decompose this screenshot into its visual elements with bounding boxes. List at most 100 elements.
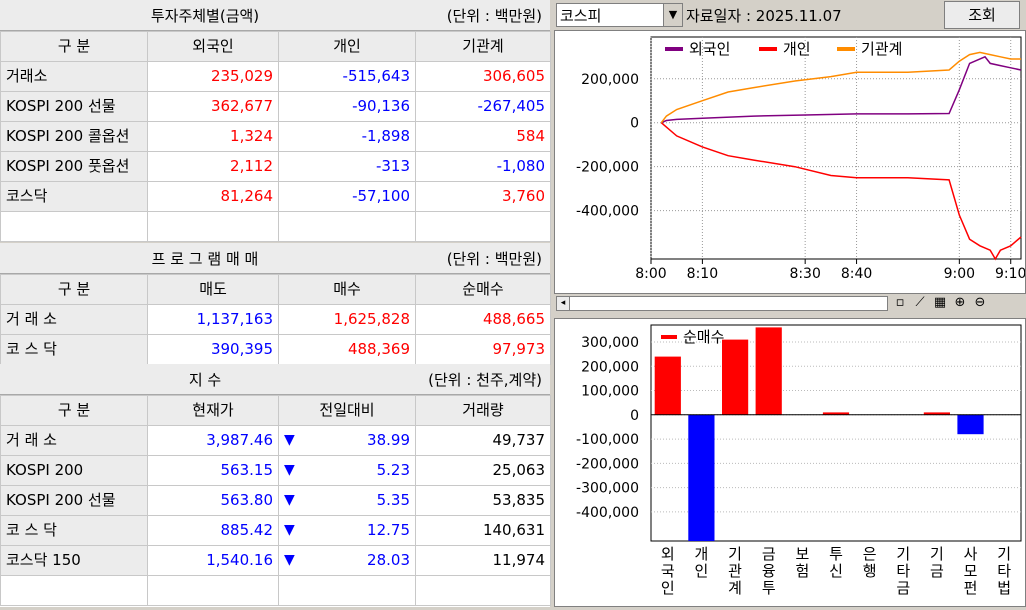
cell-institution: -1,080 [415, 151, 551, 182]
table-row[interactable]: KOSPI 200 선물 362,677 -90,136 -267,405 [0, 91, 551, 122]
query-button[interactable]: 조회 [944, 1, 1020, 29]
empty-row [0, 211, 551, 242]
down-arrow-icon: ▼ [284, 522, 295, 538]
table-row[interactable]: 코 스 닥 390,395 488,369 97,973 [0, 334, 551, 365]
category-label: 기타법 [997, 545, 1011, 597]
cell-buy: 488,369 [278, 334, 416, 365]
grid-icon[interactable]: ▦ [930, 295, 950, 310]
date-label: 자료일자 : 2025.11.07 [686, 7, 842, 25]
program-unit: (단위 : 백만원) [446, 250, 542, 268]
x-tick-label: 9:10 [995, 266, 1025, 282]
cell-buy: 1,625,828 [278, 304, 416, 335]
investor-header-row: 구 분 외국인 개인 기관계 [0, 31, 551, 62]
cell-volume: 11,974 [415, 545, 551, 576]
x-tick-label: 9:00 [944, 266, 975, 282]
category-label: 기타금 [896, 545, 910, 597]
y-tick-label: -200,000 [576, 160, 639, 176]
category-label: 투신 [829, 545, 843, 580]
row-label: 코스닥 150 [0, 545, 148, 576]
table-row[interactable]: 거 래 소 1,137,163 1,625,828 488,665 [0, 304, 551, 335]
table-row[interactable]: 코스닥 81,264 -57,100 3,760 [0, 181, 551, 212]
square-icon[interactable]: ▫ [890, 295, 910, 310]
col-header: 거래량 [415, 395, 551, 426]
chart-scrollbar[interactable] [556, 296, 888, 311]
col-header: 구 분 [0, 274, 148, 305]
cell-foreign: 2,112 [147, 151, 279, 182]
program-title: 프 로 그 램 매 매 [151, 250, 259, 268]
legend-label: 순매수 [683, 328, 724, 346]
y-tick-label: 200,000 [581, 359, 639, 375]
cell-sell: 1,137,163 [147, 304, 279, 335]
row-label: KOSPI 200 선물 [0, 91, 148, 122]
down-arrow-icon: ▼ [284, 492, 295, 508]
chart-tools: ▫ ⟋ ▦ ⊕ ⊖ [890, 295, 990, 310]
chevron-down-icon[interactable]: ▼ [663, 4, 682, 26]
col-header: 구 분 [0, 395, 148, 426]
cell-price: 885.42 [147, 515, 279, 546]
table-row[interactable]: KOSPI 200 풋옵션 2,112 -313 -1,080 [0, 151, 551, 182]
index-unit: (단위 : 천주,계약) [428, 371, 542, 389]
program-panel-header: 프 로 그 램 매 매 (단위 : 백만원) [0, 243, 550, 274]
col-header: 매도 [147, 274, 279, 305]
cell-foreign: 81,264 [147, 181, 279, 212]
y-tick-label: 200,000 [581, 72, 639, 88]
table-row[interactable]: 코 스 닥 885.42 ▼ 12.75 140,631 [0, 515, 551, 546]
cell-net: 97,973 [415, 334, 551, 365]
index-title: 지 수 [188, 371, 222, 389]
x-tick-label: 8:00 [635, 266, 666, 282]
table-row[interactable]: 코스닥 150 1,540.16 ▼ 28.03 11,974 [0, 545, 551, 576]
line-chart: 200,000 0 -200,000 -400,000 8:00 8:10 8:30 8:40… [576, 36, 1026, 282]
bar-개인 [688, 414, 715, 541]
line-draw-icon[interactable]: ⟋ [910, 295, 930, 310]
row-label: KOSPI 200 풋옵션 [0, 151, 148, 182]
chart-scrollbar-area: ◂ ▫ ⟋ ▦ ⊕ ⊖ [554, 294, 1026, 312]
row-label: 코스닥 [0, 181, 148, 212]
y-tick-label: 300,000 [581, 335, 639, 351]
program-table: 구 분 매도 매수 순매수 거 래 소 1,137,163 1,625,828 … [0, 274, 551, 365]
bar-사모펀 [957, 414, 984, 435]
cell-price: 3,987.46 [147, 425, 279, 456]
cell-volume: 25,063 [415, 455, 551, 486]
investor-panel-header: 투자주체별(금액) (단위 : 백만원) [0, 0, 550, 31]
table-row[interactable]: 거래소 235,029 -515,643 306,605 [0, 61, 551, 92]
chart-toolbar: 코스피 ▼ 자료일자 : 2025.11.07 조회 [554, 0, 1026, 30]
col-header: 현재가 [147, 395, 279, 426]
zoom-out-icon[interactable]: ⊖ [970, 295, 990, 310]
cell-sell: 390,395 [147, 334, 279, 365]
market-select-value: 코스피 [560, 7, 602, 25]
empty-row [0, 575, 551, 606]
x-tick-label: 8:10 [687, 266, 718, 282]
y-tick-label: -400,000 [576, 505, 639, 521]
cell-price: 563.80 [147, 485, 279, 516]
col-header: 매수 [278, 274, 416, 305]
cell-institution: 3,760 [415, 181, 551, 212]
cell-change: ▼ 38.99 [278, 425, 416, 456]
investor-panel: 투자주체별(금액) (단위 : 백만원) 구 분 외국인 개인 기관계 거래소 … [0, 0, 551, 242]
zoom-in-icon[interactable]: ⊕ [950, 295, 970, 310]
market-select[interactable]: 코스피 ▼ [556, 3, 683, 27]
cell-institution: 306,605 [415, 61, 551, 92]
category-label: 은행 [863, 545, 877, 580]
row-label: 코 스 닥 [0, 515, 148, 546]
line-chart-panel: 200,000 0 -200,000 -400,000 8:00 8:10 8:30 8:40… [554, 30, 1026, 294]
scroll-left-icon[interactable]: ◂ [556, 296, 570, 311]
row-label: 거래소 [0, 61, 148, 92]
down-arrow-icon: ▼ [284, 552, 295, 568]
table-row[interactable]: 거 래 소 3,987.46 ▼ 38.99 49,737 [0, 425, 551, 456]
cell-volume: 49,737 [415, 425, 551, 456]
cell-change: ▼ 5.23 [278, 455, 416, 486]
index-header-row: 구 분 현재가 전일대비 거래량 [0, 395, 551, 426]
cell-individual: -1,898 [278, 121, 416, 152]
table-row[interactable]: KOSPI 200 콜옵션 1,324 -1,898 584 [0, 121, 551, 152]
table-row[interactable]: KOSPI 200 563.15 ▼ 5.23 25,063 [0, 455, 551, 486]
cell-institution: 584 [415, 121, 551, 152]
table-row[interactable]: KOSPI 200 선물 563.80 ▼ 5.35 53,835 [0, 485, 551, 516]
col-header: 기관계 [415, 31, 551, 62]
x-tick-label: 8:40 [841, 266, 872, 282]
investor-title: 투자주체별(금액) [150, 7, 260, 25]
cell-net: 488,665 [415, 304, 551, 335]
row-label: KOSPI 200 [0, 455, 148, 486]
bar-chart-panel: 300,000 200,000 100,000 0 -100,000 -200,000 -3… [554, 318, 1026, 607]
cell-foreign: 362,677 [147, 91, 279, 122]
cell-institution: -267,405 [415, 91, 551, 122]
